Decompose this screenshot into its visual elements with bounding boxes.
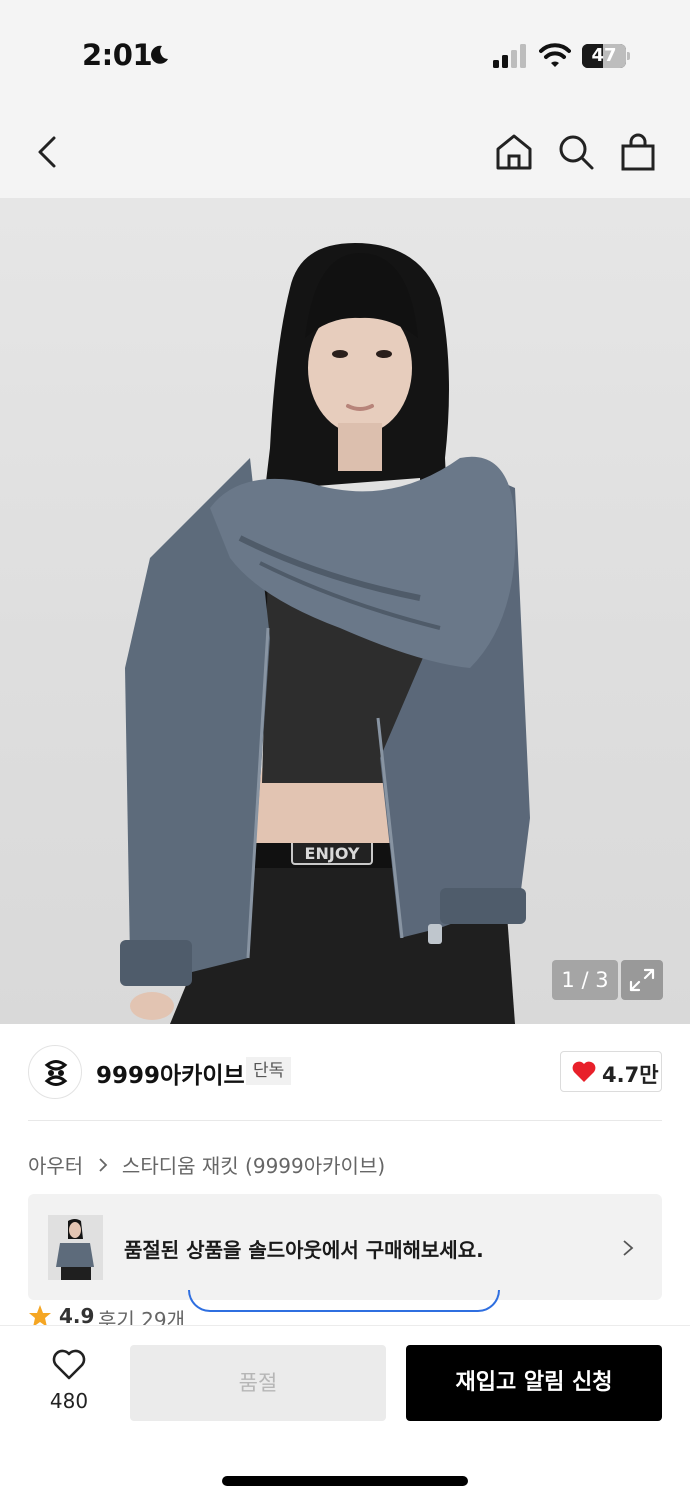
brand-logo[interactable] xyxy=(28,1045,82,1099)
heart-icon xyxy=(572,1061,596,1082)
belt-text: ENJOY xyxy=(305,844,360,863)
wishlist-count: 480 xyxy=(49,1389,89,1413)
battery-icon: 47 xyxy=(582,44,626,68)
divider xyxy=(28,1120,662,1121)
brand-logo-icon xyxy=(44,1060,68,1086)
battery-level: 47 xyxy=(591,45,617,66)
heart-outline-icon xyxy=(52,1349,86,1380)
shopping-bag-icon[interactable] xyxy=(618,132,658,172)
expand-icon[interactable] xyxy=(621,960,663,1000)
status-time: 2:01 xyxy=(82,38,153,72)
back-chevron-icon[interactable] xyxy=(28,132,68,172)
restock-alert-button[interactable]: 재입고 알림 신청 xyxy=(406,1345,662,1421)
breadcrumb-category[interactable]: 아우터 xyxy=(28,1150,83,1179)
search-icon[interactable] xyxy=(556,132,596,172)
home-icon[interactable] xyxy=(494,132,534,172)
battery-indicator: 47 xyxy=(582,44,630,68)
wishlist-button[interactable]: 480 xyxy=(40,1345,98,1420)
breadcrumb: 아우터 스타디움 재킷 (9999아카이브) xyxy=(28,1150,385,1178)
exclusive-badge: 단독 xyxy=(246,1057,292,1085)
brand-name[interactable]: 9999아카이브 xyxy=(96,1056,245,1090)
brand-like-count: 4.7만 xyxy=(602,1063,659,1087)
banner-text: 품절된 상품을 솔드아웃에서 구매해보세요. xyxy=(124,1238,484,1262)
model-photo: ENJOY xyxy=(120,243,530,1024)
product-image[interactable]: ENJOY xyxy=(0,198,690,1024)
soldout-button: 품절 xyxy=(130,1345,386,1421)
moon-icon xyxy=(151,45,168,64)
wifi-icon xyxy=(539,43,571,67)
image-counter: 1 / 3 xyxy=(552,960,618,1000)
chevron-right-icon xyxy=(623,1240,634,1256)
breadcrumb-product: 스타디움 재킷 (9999아카이브) xyxy=(121,1154,386,1178)
floating-button-outline xyxy=(188,1290,500,1312)
thumbnail-image xyxy=(48,1215,103,1280)
banner-thumbnail xyxy=(48,1215,103,1280)
chevron-right-icon xyxy=(98,1157,107,1172)
signal-icon xyxy=(493,44,526,68)
home-indicator[interactable] xyxy=(222,1476,468,1486)
brand-like-button[interactable]: 4.7만 xyxy=(560,1051,662,1092)
battery-nub xyxy=(627,52,630,60)
